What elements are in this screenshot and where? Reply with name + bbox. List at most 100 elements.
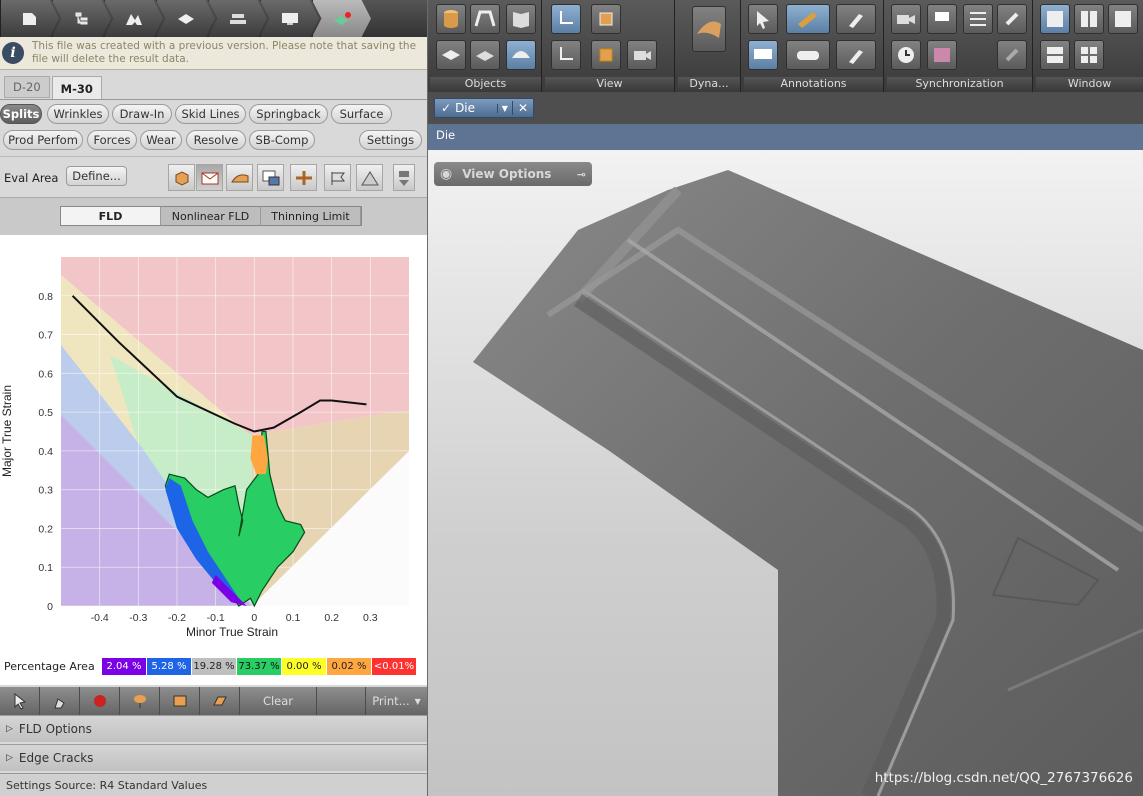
forces-button[interactable]: Forces (87, 130, 137, 150)
tab-d20[interactable]: D-20 (4, 76, 50, 98)
pin-icon[interactable]: ⊸ (577, 168, 586, 181)
surface-button[interactable]: Surface (331, 104, 392, 124)
percentage-cell: 0.02 % (327, 657, 371, 675)
view-camera-button[interactable] (627, 40, 657, 70)
box-select-button[interactable] (160, 687, 200, 715)
workflow-step-evaluation[interactable] (312, 0, 371, 37)
close-icon[interactable]: ✕ (511, 101, 533, 115)
info-banner: i This file was created with a previous … (0, 37, 427, 70)
eval-flag-button[interactable] (324, 164, 351, 191)
eval-section-button[interactable] (290, 164, 317, 191)
3d-viewport[interactable]: ◉ View Options ⊸ https://blog.csdn.net/Q… (428, 150, 1143, 796)
eval-more-button[interactable] (393, 164, 415, 191)
window-quad-button[interactable] (1074, 40, 1104, 70)
workflow-step-blank[interactable] (156, 0, 215, 37)
blank-icon (178, 13, 194, 24)
workflow-step-process[interactable] (260, 0, 319, 37)
tab-dropdown-icon[interactable]: ▼ (496, 103, 512, 113)
y-tick-label: 0.8 (38, 291, 53, 303)
objects-surface-button[interactable] (506, 40, 536, 70)
eval-envelope-button[interactable] (196, 164, 223, 191)
prod-perform-button[interactable]: Prod Perfom (3, 130, 83, 150)
fld-options-section[interactable]: ▷ FLD Options (0, 715, 427, 742)
objects-plane-button[interactable] (436, 40, 466, 70)
x-axis-label: Minor True Strain (186, 625, 278, 639)
workflow-step-part[interactable] (104, 0, 163, 37)
percentage-cell: 19.28 % (192, 657, 236, 675)
label-icon (754, 49, 772, 59)
percentage-cells: 2.04 % 5.28 % 19.28 % 73.37 % 0.00 % 0.02 % <0… (102, 657, 417, 675)
workflow-step-tools[interactable] (208, 0, 267, 37)
document-tab-die[interactable]: ✓ Die ▼ ✕ (434, 98, 534, 118)
define-button[interactable]: Define... (66, 166, 127, 186)
sync-camera-button[interactable] (891, 4, 921, 34)
objects-cylinder-button[interactable] (436, 4, 466, 34)
workflow-step-structure[interactable] (52, 0, 111, 37)
y-tick-label: 0.6 (38, 368, 53, 380)
tab-m30[interactable]: M-30 (51, 76, 102, 100)
workflow-step-file[interactable] (0, 0, 59, 37)
dyna-button[interactable] (692, 6, 726, 52)
view-fit-button[interactable] (591, 4, 621, 34)
vertical-split-icon (1081, 11, 1097, 27)
quad-view-icon (1081, 47, 1097, 63)
annotation-ruler-button[interactable] (786, 4, 830, 34)
sb-comp-button[interactable]: SB-Comp (249, 130, 315, 150)
tab-fld[interactable]: FLD (61, 207, 161, 225)
x-tick-label: -0.2 (168, 612, 186, 624)
sync-clock-button[interactable] (891, 40, 921, 70)
tab-nonlinear-fld[interactable]: Nonlinear FLD (161, 207, 261, 225)
file-icon (23, 12, 36, 25)
objects-arch-button[interactable] (470, 4, 500, 34)
sync-unlink-button[interactable] (997, 40, 1027, 70)
view-options-button[interactable]: ◉ View Options ⊸ (434, 162, 592, 186)
box-icon (173, 695, 186, 707)
window-layout-button[interactable] (1108, 4, 1138, 34)
springback-button[interactable]: Springback (249, 104, 328, 124)
sync-color-button[interactable] (927, 40, 957, 70)
pick-element-button[interactable] (40, 687, 80, 715)
resolve-button[interactable]: Resolve (186, 130, 246, 150)
eval-image-button[interactable] (257, 164, 284, 191)
objects-shape-button[interactable] (470, 40, 500, 70)
list-icon (970, 12, 986, 26)
lasso-button[interactable] (120, 687, 160, 715)
eval-peak-button[interactable] (356, 164, 383, 191)
window-vsplit-button[interactable] (1074, 4, 1104, 34)
edge-cracks-section[interactable]: ▷ Edge Cracks (0, 744, 427, 771)
window-hsplit-button[interactable] (1040, 40, 1070, 70)
eval-area-label: Eval Area (4, 171, 59, 185)
view-frame-button[interactable] (591, 40, 621, 70)
wear-button[interactable]: Wear (140, 130, 182, 150)
tab-thinning-limit[interactable]: Thinning Limit (261, 207, 361, 225)
annotation-wand-button[interactable] (836, 40, 876, 70)
wrinkles-button[interactable]: Wrinkles (47, 104, 109, 124)
eval-cube-button[interactable] (168, 164, 195, 191)
section-icon (295, 170, 312, 185)
view-pan-button[interactable] (551, 40, 581, 70)
skid-lines-button[interactable]: Skid Lines (175, 104, 246, 124)
view-axes-button[interactable] (551, 4, 581, 34)
sync-link-button[interactable] (997, 4, 1027, 34)
annotation-pointer-button[interactable] (748, 4, 778, 34)
annotation-brush-button[interactable] (836, 4, 876, 34)
sync-list-button[interactable] (963, 4, 993, 34)
pointer-icon (14, 692, 26, 710)
splits-button[interactable]: Splits (0, 104, 42, 124)
y-tick-label: 0.3 (38, 485, 53, 497)
settings-button[interactable]: Settings (359, 130, 422, 150)
eval-surface-button[interactable] (226, 164, 253, 191)
annotation-dimension-button[interactable] (786, 40, 830, 70)
annotation-label-button[interactable] (748, 40, 778, 70)
objects-book-button[interactable] (506, 4, 536, 34)
marker-icon (93, 695, 106, 707)
pick-point-button[interactable] (0, 687, 40, 715)
print-dropdown[interactable]: Print... ▼ (365, 687, 427, 715)
clear-button[interactable]: Clear (240, 687, 317, 715)
sync-label-button[interactable] (927, 4, 957, 34)
draw-in-button[interactable]: Draw-In (112, 104, 172, 124)
red-marker-button[interactable] (80, 687, 120, 715)
window-single-button[interactable] (1040, 4, 1070, 34)
highlight-button[interactable] (200, 687, 240, 715)
